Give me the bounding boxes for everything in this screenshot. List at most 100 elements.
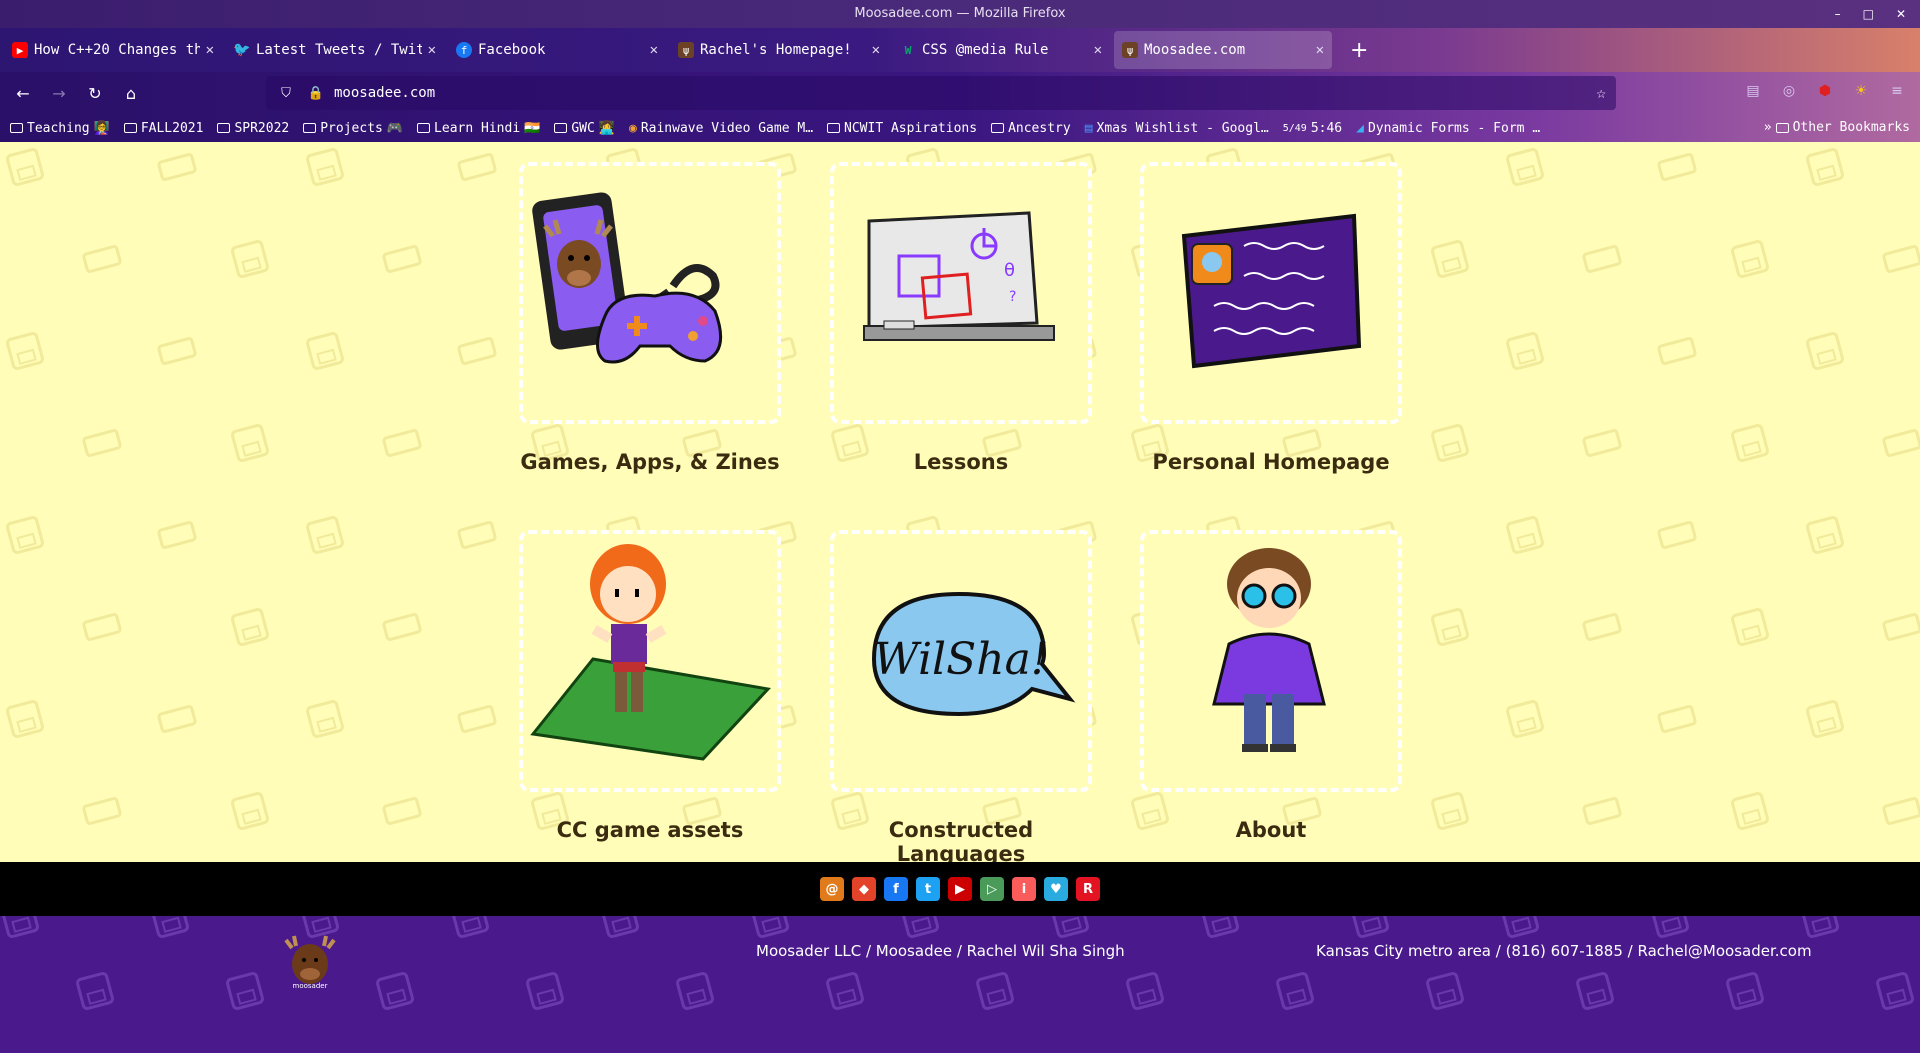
other-bookmarks[interactable]: » Other Bookmarks: [1764, 120, 1910, 135]
tab-title: CSS @media Rule: [922, 42, 1049, 58]
reload-icon[interactable]: ↻: [82, 80, 108, 106]
bookmark-dynamic-forms[interactable]: ◢ Dynamic Forms - Form …: [1356, 121, 1540, 136]
tab-css-media[interactable]: W CSS @media Rule ✕: [892, 31, 1110, 69]
redbubble-icon[interactable]: R: [1076, 877, 1100, 901]
close-window-button[interactable]: ✕: [1896, 0, 1906, 28]
tile-label: Personal Homepage: [1152, 450, 1390, 474]
url-text[interactable]: moosadee.com: [334, 85, 435, 101]
tile-personal-homepage[interactable]: Personal Homepage: [1140, 162, 1402, 474]
tile-cc-game-assets[interactable]: CC game assets: [519, 530, 781, 842]
bookmark-rainwave[interactable]: ◉ Rainwave Video Game M…: [629, 121, 813, 136]
speech-bubble-art: WilSha!: [871, 591, 1076, 717]
whiteboard-art: θ ?: [863, 211, 1055, 341]
close-tab-icon[interactable]: ✕: [872, 42, 880, 58]
close-tab-icon[interactable]: ✕: [1316, 42, 1324, 58]
close-tab-icon[interactable]: ✕: [428, 42, 436, 58]
tile-frame: [519, 162, 781, 424]
minimize-button[interactable]: –: [1835, 0, 1841, 28]
tab-rachels-homepage[interactable]: ψ Rachel's Homepage! ✕: [670, 31, 888, 69]
tab-facebook[interactable]: f Facebook ✕: [448, 31, 666, 69]
youtube-icon[interactable]: ▶: [948, 877, 972, 901]
close-tab-icon[interactable]: ✕: [206, 42, 214, 58]
twitter-icon: 🐦: [233, 42, 251, 58]
tab-title: Moosadee.com: [1144, 42, 1246, 58]
folder-icon: [991, 123, 1005, 133]
folder-icon: [827, 123, 841, 133]
facebook-icon: f: [456, 42, 472, 58]
sun-icon[interactable]: ☀: [1850, 80, 1872, 102]
kofi-icon[interactable]: ♥: [1044, 877, 1068, 901]
page-content: Games, Apps, & Zines θ ? Lessons Persona…: [0, 142, 1920, 862]
close-tab-icon[interactable]: ✕: [1094, 42, 1102, 58]
id-card-art: [1181, 213, 1362, 369]
url-bar[interactable]: ⛉ 🔒 moosadee.com ☆: [266, 76, 1616, 110]
tile-about[interactable]: About: [1140, 530, 1402, 842]
reader-view-icon[interactable]: ▤: [1742, 80, 1764, 102]
tile-frame: [1140, 162, 1402, 424]
lock-icon[interactable]: 🔒: [306, 86, 326, 101]
moose-icon: ψ: [678, 42, 694, 58]
bookmark-spr2022[interactable]: SPR2022: [217, 121, 289, 136]
menu-icon[interactable]: ≡: [1886, 80, 1908, 102]
bookmarks-toolbar: Teaching 👩‍🏫 FALL2021 SPR2022 Projects 🎮 L…: [0, 114, 1920, 142]
maximize-button[interactable]: □: [1863, 0, 1874, 28]
email-icon[interactable]: @: [820, 877, 844, 901]
moose-logo-icon[interactable]: moosader: [282, 934, 338, 990]
bookmark-gwc[interactable]: GWC 👩‍💻: [554, 121, 615, 136]
folder-icon: [303, 123, 317, 133]
chevron-right-icon: »: [1763, 120, 1772, 135]
tracking-shield-icon[interactable]: ⛉: [276, 86, 296, 101]
forms-icon: ◢: [1356, 120, 1364, 136]
google-docs-icon: ▤: [1084, 120, 1093, 136]
tab-twitter[interactable]: 🐦 Latest Tweets / Twitt ✕: [226, 31, 444, 69]
w3schools-icon: W: [904, 43, 912, 57]
svg-text:θ: θ: [1004, 260, 1015, 281]
tile-label: Lessons: [913, 450, 1009, 474]
bookmark-ncwit[interactable]: NCWIT Aspirations: [827, 121, 977, 136]
extension-icon[interactable]: ◎: [1778, 80, 1800, 102]
tile-lessons[interactable]: θ ? Lessons: [830, 162, 1092, 474]
rainwave-icon: ◉: [629, 120, 637, 136]
home-icon[interactable]: ⌂: [118, 80, 144, 106]
tile-constructed-languages[interactable]: WilSha! Constructed Languages: [830, 530, 1092, 862]
forward-arrow-icon[interactable]: →: [46, 80, 72, 106]
itchio-icon[interactable]: i: [1012, 877, 1036, 901]
social-links-bar: @ ◆ f t ▶ ▷ i ♥ R: [0, 862, 1920, 916]
window-title-bar: Moosadee.com — Mozilla Firefox – □ ✕: [0, 0, 1920, 28]
tile-label: Constructed Languages: [888, 818, 1034, 862]
bookmark-xmas-wishlist[interactable]: ▤ Xmas Wishlist - Googl…: [1085, 121, 1269, 136]
folder-icon: [10, 123, 23, 133]
tile-frame: WilSha!: [830, 530, 1092, 792]
tab-moosadee[interactable]: ψ Moosadee.com ✕: [1114, 31, 1332, 69]
twitter-icon[interactable]: t: [916, 877, 940, 901]
google-play-icon[interactable]: ▷: [980, 877, 1004, 901]
person-hoodie-art: [1212, 548, 1326, 752]
ublock-icon[interactable]: ⬢: [1814, 80, 1836, 102]
folder-icon: [417, 123, 431, 133]
character-on-mat-art: [530, 544, 771, 761]
tile-frame: θ ?: [830, 162, 1092, 424]
bookmark-teaching[interactable]: Teaching 👩‍🏫: [10, 121, 110, 136]
bookmark-ancestry[interactable]: Ancestry: [991, 121, 1071, 136]
footer-company-text: Moosader LLC / Moosadee / Rachel Wil Sha…: [756, 942, 1125, 960]
tile-frame: [519, 530, 781, 792]
tab-title: Rachel's Homepage!: [700, 42, 852, 58]
bookmark-time[interactable]: 5/49 5:46: [1283, 121, 1342, 136]
gitlab-icon[interactable]: ◆: [852, 877, 876, 901]
bookmark-projects[interactable]: Projects 🎮: [303, 121, 403, 136]
bookmark-star-icon[interactable]: ☆: [1596, 83, 1606, 102]
svg-text:?: ?: [1009, 289, 1016, 305]
close-tab-icon[interactable]: ✕: [650, 42, 658, 58]
tile-frame: [1140, 530, 1402, 792]
tile-games-apps-zines[interactable]: Games, Apps, & Zines: [519, 162, 781, 474]
facebook-icon[interactable]: f: [884, 877, 908, 901]
tab-cpp20[interactable]: ▶ How C++20 Changes the ✕: [4, 31, 222, 69]
tile-label: About: [1235, 818, 1307, 842]
bookmark-learn-hindi[interactable]: Learn Hindi 🇮🇳: [417, 121, 540, 136]
site-footer: moosader Moosader LLC / Moosadee / Rache…: [0, 916, 1920, 1053]
bubble-text: WilSha!: [874, 634, 1049, 685]
new-tab-button[interactable]: +: [1350, 38, 1368, 63]
bookmark-fall2021[interactable]: FALL2021: [123, 121, 203, 136]
back-arrow-icon[interactable]: ←: [10, 80, 36, 106]
tab-strip: ▶ How C++20 Changes the ✕ 🐦 Latest Tweet…: [0, 28, 1920, 72]
